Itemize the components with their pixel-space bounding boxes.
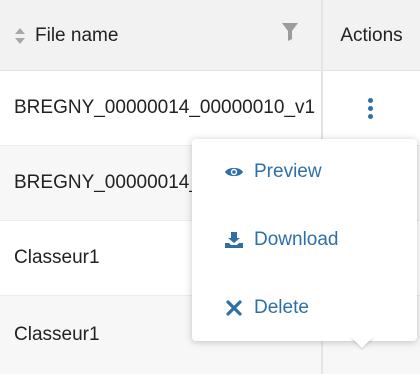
column-header-actions: Actions (321, 0, 420, 71)
menu-item-label: Delete (254, 297, 309, 318)
menu-pointer (350, 336, 374, 348)
more-actions-icon[interactable] (366, 98, 374, 122)
column-header-label: File name (35, 24, 119, 46)
column-header-label: Actions (340, 24, 403, 46)
file-name-cell: BREGNY_00000014_00000010_v1 (14, 97, 316, 118)
file-name-cell: Classeur1 (14, 324, 100, 345)
eye-icon (224, 162, 244, 182)
menu-item-label: Preview (254, 161, 322, 182)
table-header: File name Actions (0, 0, 420, 71)
download-icon (224, 230, 244, 250)
menu-item-preview[interactable]: Preview (192, 152, 417, 192)
menu-item-delete[interactable]: Delete (192, 288, 417, 328)
file-name-cell: Classeur1 (14, 247, 100, 268)
table-row[interactable]: BREGNY_00000014_00000010_v1 (0, 71, 420, 146)
sort-icon[interactable] (14, 27, 26, 45)
actions-menu: Preview Download Delete (192, 139, 417, 341)
menu-item-download[interactable]: Download (192, 220, 417, 260)
column-header-file-name[interactable]: File name (0, 0, 321, 71)
menu-item-label: Download (254, 229, 339, 250)
filter-icon[interactable] (281, 22, 299, 47)
close-icon (224, 298, 244, 318)
